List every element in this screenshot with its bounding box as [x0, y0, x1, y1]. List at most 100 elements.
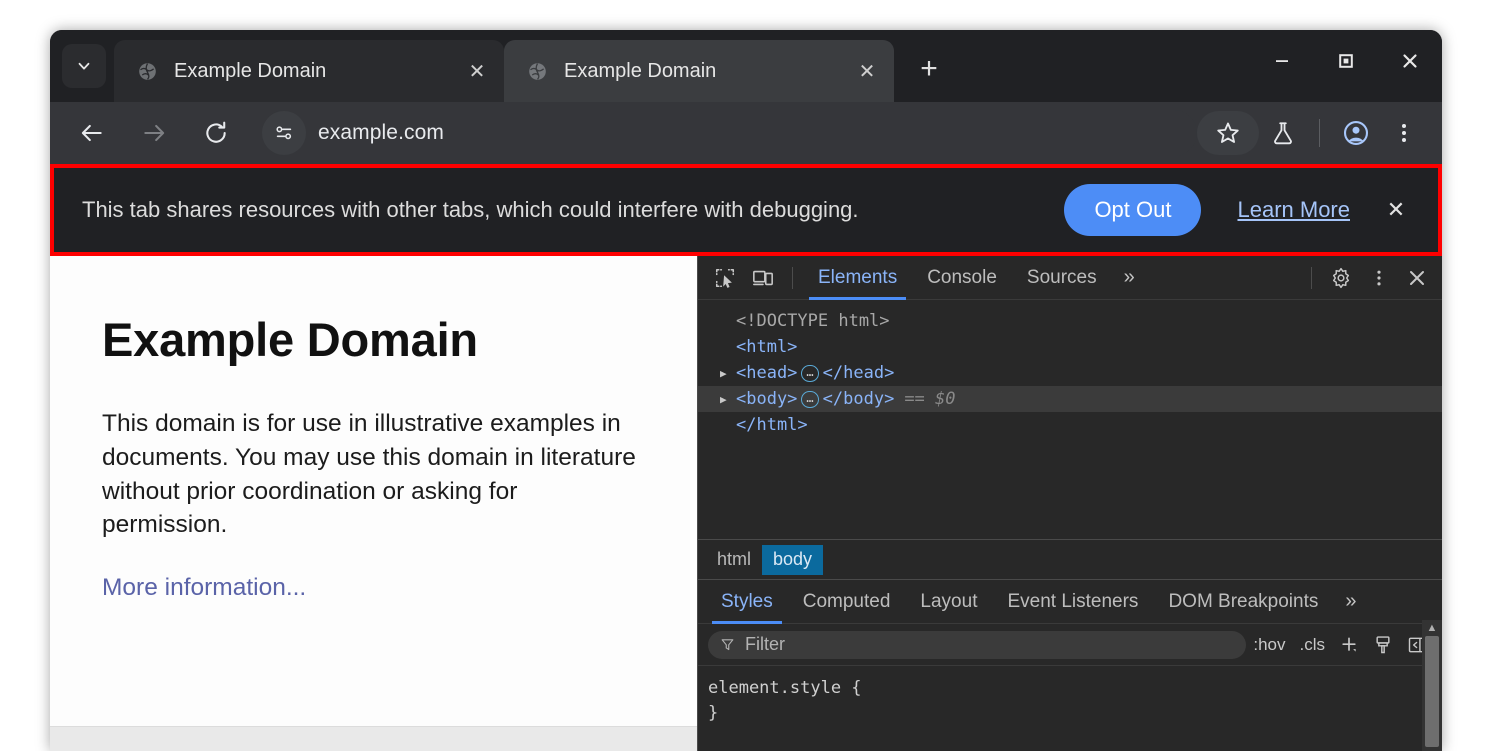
dom-node-close-tag: </body> [823, 389, 895, 409]
scroll-up-arrow-icon[interactable]: ▲ [1427, 620, 1438, 636]
dom-collapsed-children-icon[interactable]: … [801, 365, 818, 382]
tab-label: DOM Breakpoints [1168, 591, 1318, 613]
address-bar[interactable]: example.com [262, 110, 1197, 156]
tab-label: Console [927, 267, 997, 289]
more-panels-button[interactable]: » [1112, 256, 1147, 300]
dom-tree[interactable]: <!DOCTYPE html> <html> ▶ <head> … </head… [698, 300, 1442, 539]
dom-collapsed-children-icon[interactable]: … [801, 391, 818, 408]
plus-icon [1339, 635, 1359, 655]
styles-filter-row: Filter :hov .cls [698, 623, 1442, 665]
page-viewport: Example Domain This domain is for use in… [50, 256, 697, 751]
styles-pane: element.style { } ▲ [698, 665, 1442, 751]
new-tab-button[interactable]: + [908, 48, 950, 90]
dom-node-text: <html> [736, 337, 797, 357]
breadcrumb-item-body[interactable]: body [762, 545, 823, 575]
site-info-button[interactable] [262, 111, 306, 155]
window-maximize-button[interactable] [1314, 30, 1378, 92]
gear-icon [1330, 267, 1352, 289]
url-text: example.com [318, 121, 444, 145]
devtools-settings-button[interactable] [1322, 261, 1360, 295]
back-button[interactable] [70, 111, 114, 155]
tab-title: Example Domain [564, 60, 852, 83]
element-classes-button[interactable] [1366, 630, 1400, 660]
scrollbar-thumb[interactable] [1425, 636, 1439, 747]
dom-row[interactable]: </html> [698, 412, 1442, 438]
tab-label: Sources [1027, 267, 1097, 289]
inspect-element-button[interactable] [706, 261, 744, 295]
tune-icon [273, 122, 295, 144]
dom-node-close-tag: </head> [823, 363, 895, 383]
devtools-menu-button[interactable] [1360, 261, 1398, 295]
devtools-toolbar-right [1301, 261, 1442, 295]
browser-tab-2[interactable]: Example Domain ✕ [504, 40, 894, 102]
dom-row[interactable]: <!DOCTYPE html> [698, 308, 1442, 334]
tab-close-icon[interactable]: ✕ [852, 56, 882, 86]
devtools-tab-console[interactable]: Console [912, 256, 1012, 300]
dom-row[interactable]: <html> [698, 334, 1442, 360]
reload-button[interactable] [194, 111, 238, 155]
infobar-close-button[interactable]: ✕ [1376, 190, 1416, 230]
breadcrumb-item-html[interactable]: html [706, 545, 762, 575]
chrome-labs-button[interactable] [1259, 111, 1307, 155]
globe-icon [526, 60, 548, 82]
cls-toggle[interactable]: .cls [1293, 635, 1333, 655]
tab-styles[interactable]: Styles [706, 580, 788, 624]
page-bottom-strip [50, 726, 697, 751]
styles-filter-placeholder: Filter [745, 634, 785, 655]
dom-row[interactable]: ▶ <body> … </body> == $0 [698, 386, 1442, 412]
new-style-rule-button[interactable] [1332, 630, 1366, 660]
dom-expand-arrow[interactable]: ▶ [720, 367, 736, 380]
content-split: Example Domain This domain is for use in… [50, 256, 1442, 751]
tab-close-icon[interactable]: ✕ [462, 56, 492, 86]
tab-strip: Example Domain ✕ Example Domain ✕ + [50, 30, 1442, 102]
dom-node-open-tag: <body> [736, 389, 797, 409]
forward-button[interactable] [132, 111, 176, 155]
tab-computed[interactable]: Computed [788, 580, 906, 624]
dom-expand-arrow[interactable]: ▶ [720, 393, 736, 406]
opt-out-button[interactable]: Opt Out [1064, 184, 1201, 236]
profile-button[interactable] [1332, 111, 1380, 155]
styles-scrollbar[interactable]: ▲ [1422, 620, 1442, 751]
hov-toggle[interactable]: :hov [1246, 635, 1292, 655]
devtools-tab-sources[interactable]: Sources [1012, 256, 1112, 300]
paintbrush-icon [1373, 635, 1393, 655]
tab-event-listeners[interactable]: Event Listeners [992, 580, 1153, 624]
styles-pane-tabs: Styles Computed Layout Event Listeners D… [698, 579, 1442, 623]
window-minimize-button[interactable] [1250, 30, 1314, 92]
tab-label: Computed [803, 591, 891, 613]
tab-label: Event Listeners [1007, 591, 1138, 613]
styles-filter-input[interactable]: Filter [708, 631, 1246, 659]
close-icon [1407, 268, 1427, 288]
browser-tab-1[interactable]: Example Domain ✕ [114, 40, 504, 102]
page-paragraph: This domain is for use in illustrative e… [102, 407, 647, 542]
window-close-button[interactable] [1378, 30, 1442, 92]
browser-menu-button[interactable] [1380, 111, 1428, 155]
devtools-tab-elements[interactable]: Elements [803, 256, 912, 300]
three-dot-menu-icon [1369, 268, 1389, 288]
tab-dom-breakpoints[interactable]: DOM Breakpoints [1153, 580, 1333, 624]
devtools-panel: Elements Console Sources » [697, 256, 1442, 751]
navigation-toolbar: example.com [50, 102, 1442, 164]
breadcrumb: html body [698, 539, 1442, 579]
dom-row[interactable]: ▶ <head> … </head> [698, 360, 1442, 386]
maximize-icon [1337, 52, 1355, 70]
chevron-down-icon [75, 57, 93, 75]
devtools-close-button[interactable] [1398, 261, 1436, 295]
tab-label: Layout [920, 591, 977, 613]
toolbar-divider [792, 267, 793, 289]
inspect-cursor-icon [714, 267, 736, 289]
arrow-left-icon [79, 120, 105, 146]
arrow-right-icon [141, 120, 167, 146]
device-toolbar-button[interactable] [744, 261, 782, 295]
more-style-tabs-button[interactable]: » [1333, 580, 1368, 624]
more-information-link[interactable]: More information... [102, 574, 306, 602]
element-style-rule[interactable]: element.style { } [708, 676, 862, 751]
tab-layout[interactable]: Layout [905, 580, 992, 624]
toolbar-divider [1311, 267, 1312, 289]
tab-title: Example Domain [174, 60, 462, 83]
bookmark-button[interactable] [1197, 111, 1259, 155]
tab-search-button[interactable] [62, 44, 106, 88]
styles-content: element.style { } [698, 665, 1442, 751]
learn-more-link[interactable]: Learn More [1237, 197, 1350, 223]
browser-window: Example Domain ✕ Example Domain ✕ + [50, 30, 1442, 751]
